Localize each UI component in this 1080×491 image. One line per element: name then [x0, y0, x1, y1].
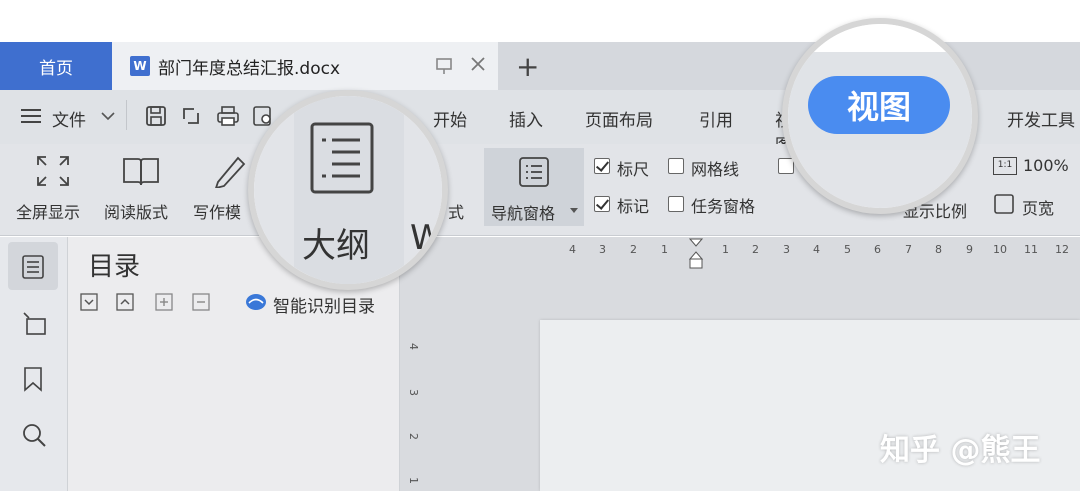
fullscreen-label[interactable]: 全屏显示: [16, 199, 80, 223]
watermark: 知乎 @熊王: [880, 433, 1041, 468]
marks-label: 标记: [617, 197, 650, 216]
ruler-checkbox[interactable]: [594, 158, 610, 174]
ruler-v-tick: 2: [407, 433, 420, 440]
pin-icon[interactable]: [434, 56, 454, 76]
ruler-h-tick: 5: [844, 243, 851, 256]
view-tab-label: 视图: [846, 88, 911, 126]
nav-pane-icon: [518, 156, 550, 188]
ruler-h-tick: 11: [1024, 243, 1038, 256]
bookmark-icon[interactable]: [23, 366, 43, 392]
horizontal-ruler[interactable]: [400, 237, 1080, 267]
web-layout-label-partial: W: [410, 218, 444, 258]
menu-page-layout[interactable]: 页面布局: [585, 106, 653, 131]
page-width-icon: [993, 193, 1015, 215]
magnifier-view: 视图: [782, 18, 978, 214]
outline-icon[interactable]: [310, 122, 374, 194]
search-icon[interactable]: [21, 422, 47, 448]
print-icon[interactable]: [216, 105, 240, 127]
ruler-h-tick: 3: [783, 243, 790, 256]
ruler-h-tick: 3: [599, 243, 606, 256]
lens-left-bg: [254, 96, 294, 284]
reading-mode-icon[interactable]: [122, 155, 160, 187]
ruler-h-tick: 8: [935, 243, 942, 256]
new-tab-button[interactable]: +: [516, 50, 539, 83]
zoom-100-icon: 1:1: [993, 157, 1017, 175]
nav-panel-title: 目录: [88, 252, 141, 282]
ruler-h-tick: 12: [1055, 243, 1069, 256]
page-width-label[interactable]: 页宽: [1022, 195, 1054, 219]
chevron-down-icon[interactable]: [101, 111, 115, 121]
task-pane-checkbox[interactable]: [668, 196, 684, 212]
add-heading-icon[interactable]: [155, 293, 173, 311]
ruler-h-tick: 1: [722, 243, 729, 256]
nav-pane-label: 导航窗格: [491, 204, 556, 223]
smart-toc-icon: [245, 292, 267, 312]
caret-down-icon: [570, 208, 578, 214]
reading-mode-label[interactable]: 阅读版式: [104, 199, 168, 223]
remove-heading-icon[interactable]: [192, 293, 210, 311]
close-icon[interactable]: [468, 54, 488, 74]
ruler-v-tick: 4: [407, 343, 420, 350]
tab-home-label: 首页: [39, 58, 73, 79]
ruler-v-tick: 1: [407, 477, 420, 484]
document-title: 部门年度总结汇报.docx: [158, 58, 341, 79]
menu-references[interactable]: 引用: [699, 106, 733, 131]
zoom-value[interactable]: 100%: [1023, 156, 1069, 175]
lens2-top-bg: [788, 24, 972, 52]
menu-divider: [126, 100, 127, 130]
ruler-label: 标尺: [617, 160, 650, 179]
export-icon[interactable]: [180, 105, 202, 127]
collapse-up-icon[interactable]: [116, 293, 134, 311]
ruler-h-tick: 1: [661, 243, 668, 256]
hamburger-icon[interactable]: [20, 107, 42, 125]
ruler-h-tick: 10: [993, 243, 1007, 256]
ruler-h-tick: 7: [905, 243, 912, 256]
ruler-h-tick: 4: [813, 243, 820, 256]
ruler-h-tick: 4: [569, 243, 576, 256]
smart-toc-button[interactable]: 智能识别目录: [273, 292, 375, 317]
expand-down-icon[interactable]: [80, 293, 98, 311]
task-pane-label: 任务窗格: [691, 197, 756, 216]
gridlines-checkbox[interactable]: [668, 158, 684, 174]
tab-home[interactable]: 首页: [0, 42, 112, 90]
magnifier-outline: 大纲 W: [248, 90, 448, 290]
chapter-icon[interactable]: [21, 310, 47, 336]
word-doc-icon: W: [130, 56, 150, 76]
tab-document[interactable]: W 部门年度总结汇报.docx: [112, 42, 498, 90]
ruler-h-tick: 9: [966, 243, 973, 256]
ruler-h-tick: 2: [752, 243, 759, 256]
menu-file[interactable]: 文件: [52, 106, 86, 131]
save-icon[interactable]: [145, 105, 167, 127]
ruler-v-tick: 3: [407, 389, 420, 396]
view-tab-highlight[interactable]: 视图: [808, 76, 950, 134]
fullscreen-icon[interactable]: [36, 155, 70, 187]
lens2-ribbon-bg: [788, 150, 972, 208]
marks-checkbox[interactable]: [594, 196, 610, 212]
menu-insert[interactable]: 插入: [509, 106, 543, 131]
writing-mode-label[interactable]: 写作模: [193, 199, 241, 223]
gridlines-label: 网格线: [691, 160, 740, 179]
menu-developer[interactable]: 开发工具: [1007, 106, 1075, 131]
ruler-h-tick: 6: [874, 243, 881, 256]
indent-marker-icon[interactable]: [689, 238, 703, 270]
ruler-h-tick: 2: [630, 243, 637, 256]
outline-label[interactable]: 大纲: [302, 218, 370, 267]
toc-icon: [22, 255, 44, 279]
web-layout-suffix[interactable]: 式: [448, 199, 464, 223]
writing-mode-icon[interactable]: [212, 152, 252, 188]
